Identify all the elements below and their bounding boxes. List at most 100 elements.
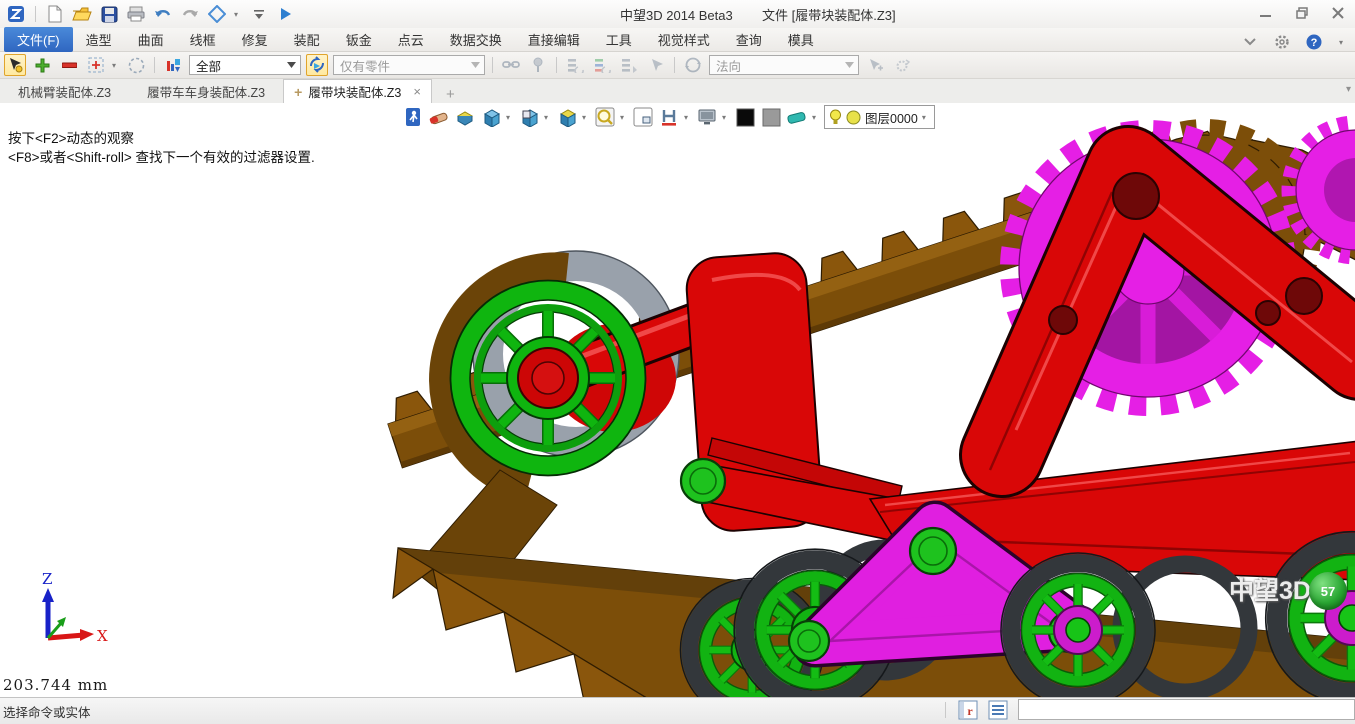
- chevron-down-icon[interactable]: ▾: [234, 3, 242, 25]
- box-select-icon[interactable]: [85, 54, 107, 76]
- menu-file[interactable]: 文件(F): [4, 27, 73, 52]
- exit-icon[interactable]: [402, 106, 424, 128]
- chevron-down-icon[interactable]: ▾: [922, 106, 930, 128]
- layer-name: 图层0000: [865, 108, 918, 127]
- isometric-view-icon[interactable]: [556, 106, 578, 128]
- save-file-icon[interactable]: [99, 4, 119, 24]
- display-mode-icon[interactable]: [696, 106, 718, 128]
- combo-caret-icon[interactable]: [468, 58, 482, 72]
- view-navigation-icon[interactable]: [207, 4, 227, 24]
- pick-gear-icon[interactable]: [891, 54, 913, 76]
- tab-close-icon[interactable]: ×: [413, 84, 421, 99]
- orientation-combobox[interactable]: 法向: [709, 55, 859, 75]
- app-logo-icon[interactable]: [6, 4, 26, 24]
- link-icon[interactable]: [500, 54, 522, 76]
- wireframe-display-icon[interactable]: [518, 106, 540, 128]
- restore-button[interactable]: [1291, 4, 1313, 22]
- chevron-down-icon[interactable]: ▾: [620, 106, 628, 128]
- part-filter-combobox[interactable]: 仅有零件: [333, 55, 485, 75]
- undo-icon[interactable]: [153, 4, 173, 24]
- menu-sheetmetal[interactable]: 钣金: [333, 27, 385, 52]
- chevron-down-icon[interactable]: ▾: [544, 106, 552, 128]
- document-title: 文件 [履带块装配体.Z3]: [762, 5, 896, 24]
- new-file-icon[interactable]: [45, 4, 65, 24]
- help-dropdown-icon[interactable]: ▾: [1339, 31, 1347, 53]
- run-macro-icon[interactable]: [276, 4, 296, 24]
- add-select-icon[interactable]: [31, 54, 53, 76]
- entity-filter-combobox[interactable]: 全部: [189, 55, 301, 75]
- chevron-down-icon[interactable]: ▾: [582, 106, 590, 128]
- new-tab-button[interactable]: +: [432, 86, 469, 103]
- minimize-button[interactable]: [1255, 4, 1277, 22]
- remove-select-icon[interactable]: [58, 54, 80, 76]
- menu-direct-edit[interactable]: 直接编辑: [515, 27, 593, 52]
- bogie-bolt-top[interactable]: [910, 528, 956, 574]
- pin-icon[interactable]: [527, 54, 549, 76]
- customize-dropdown-icon[interactable]: [249, 4, 269, 24]
- menu-tools[interactable]: 工具: [593, 27, 645, 52]
- chevron-down-icon[interactable]: ▾: [506, 106, 514, 128]
- message-list-icon[interactable]: [988, 700, 1008, 720]
- menu-data-exchange[interactable]: 数据交换: [437, 27, 515, 52]
- zoom-window-icon[interactable]: [632, 106, 654, 128]
- menu-assembly[interactable]: 装配: [281, 27, 333, 52]
- box-select-dropdown-icon[interactable]: ▾: [112, 54, 120, 76]
- rotate-view-icon[interactable]: [682, 54, 704, 76]
- status-input-field[interactable]: [1018, 699, 1355, 720]
- list-filter-2-icon[interactable]: [591, 54, 613, 76]
- gray-color-swatch[interactable]: [760, 106, 782, 128]
- menu-inquire[interactable]: 查询: [723, 27, 775, 52]
- tab-robot-arm-assembly[interactable]: 机械臂装配体.Z3: [0, 80, 129, 103]
- list-filter-3-icon[interactable]: [618, 54, 640, 76]
- select-arrow-icon[interactable]: [4, 54, 26, 76]
- print-icon[interactable]: [126, 4, 146, 24]
- menu-repair[interactable]: 修复: [229, 27, 281, 52]
- settings-gear-icon[interactable]: [1274, 34, 1290, 50]
- clear-highlight-icon[interactable]: [786, 106, 808, 128]
- pick-arrow-icon[interactable]: [645, 54, 667, 76]
- collapse-ribbon-icon[interactable]: [1242, 35, 1258, 49]
- shaded-display-icon[interactable]: [480, 106, 502, 128]
- layer-color-swatch[interactable]: [846, 110, 861, 125]
- list-filter-1-icon[interactable]: [564, 54, 586, 76]
- menu-wireframe[interactable]: 线框: [177, 27, 229, 52]
- tab-overflow-icon[interactable]: ▾: [1346, 84, 1351, 95]
- combo-caret-icon[interactable]: [284, 58, 298, 72]
- selection-filter-icon[interactable]: [162, 54, 184, 76]
- align-view-icon[interactable]: [658, 106, 680, 128]
- help-icon[interactable]: ?: [1306, 34, 1323, 51]
- idler-wheel[interactable]: [451, 281, 646, 476]
- svg-text:r: r: [967, 704, 973, 718]
- layer-selector[interactable]: 图层0000 ▾: [824, 105, 935, 129]
- combo-caret-icon[interactable]: [842, 58, 856, 72]
- reorient-3d-icon[interactable]: [306, 54, 328, 76]
- black-color-swatch[interactable]: [734, 106, 756, 128]
- erase-icon[interactable]: [428, 106, 450, 128]
- 3d-model-canvas[interactable]: Z X: [0, 103, 1355, 697]
- lasso-select-icon[interactable]: [125, 54, 147, 76]
- document-tab-bar: 机械臂装配体.Z3 履带车车身装配体.Z3 + 履带块装配体.Z3 × +: [0, 79, 1355, 103]
- title-bar: ▾ 中望3D 2014 Beta3 文件 [履带块装配体.Z3]: [0, 0, 1355, 28]
- layer-visibility-bulb-icon[interactable]: [829, 109, 842, 125]
- bogie-bolt-left[interactable]: [789, 621, 829, 661]
- chevron-down-icon[interactable]: ▾: [812, 106, 820, 128]
- menu-mold[interactable]: 模具: [775, 27, 827, 52]
- road-wheel-magenta-hub[interactable]: [1001, 553, 1155, 697]
- menu-visual-style[interactable]: 视觉样式: [645, 27, 723, 52]
- tab-track-block-assembly[interactable]: + 履带块装配体.Z3 ×: [283, 79, 432, 103]
- menu-shape[interactable]: 造型: [73, 27, 125, 52]
- redo-icon[interactable]: [180, 4, 200, 24]
- menu-pointcloud[interactable]: 点云: [385, 27, 437, 52]
- show-target-icon[interactable]: [454, 106, 476, 128]
- pick-plus-icon[interactable]: [864, 54, 886, 76]
- menu-surface[interactable]: 曲面: [125, 27, 177, 52]
- chevron-down-icon[interactable]: ▾: [722, 106, 730, 128]
- graphics-viewport[interactable]: Z X 按下<F2>动态的观察<F8>或者<Shift-roll> 查找下一个有…: [0, 103, 1355, 697]
- open-file-icon[interactable]: [72, 4, 92, 24]
- chevron-down-icon[interactable]: ▾: [684, 106, 692, 128]
- bracket-bolt[interactable]: [681, 459, 725, 503]
- tab-track-vehicle-body-assembly[interactable]: 履带车车身装配体.Z3: [129, 80, 283, 103]
- close-button[interactable]: [1327, 4, 1349, 22]
- zoom-all-icon[interactable]: [594, 106, 616, 128]
- prompt-window-icon[interactable]: r: [958, 700, 978, 720]
